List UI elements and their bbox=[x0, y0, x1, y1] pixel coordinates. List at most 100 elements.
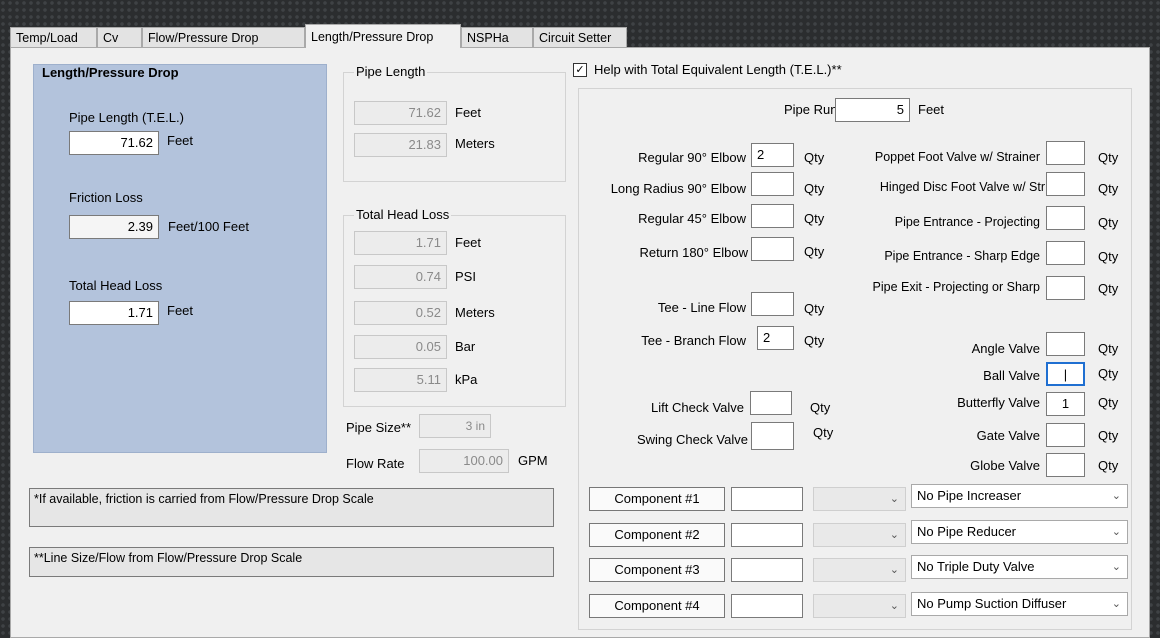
line-size-note: **Line Size/Flow from Flow/Pressure Drop… bbox=[29, 547, 554, 577]
fitting-hinged-disc-foot-valve-qty[interactable] bbox=[1046, 172, 1085, 196]
pipe-length-field[interactable]: 71.62 bbox=[69, 131, 159, 155]
component-3-type-select[interactable]: No Triple Duty Valve ⌄ bbox=[911, 555, 1128, 579]
component-1-type-select[interactable]: No Pipe Increaser ⌄ bbox=[911, 484, 1128, 508]
fitting-regular-90-elbow-label: Regular 90° Elbow bbox=[638, 150, 746, 165]
fitting-angle-valve-qty[interactable] bbox=[1046, 332, 1085, 356]
chevron-down-icon: ⌄ bbox=[1111, 598, 1121, 610]
fitting-lift-check-valve-qty[interactable] bbox=[750, 391, 792, 415]
qty-label: Qty bbox=[1098, 366, 1119, 381]
head-loss-group-title: Total Head Loss bbox=[354, 207, 452, 222]
component-2-qty[interactable] bbox=[731, 523, 803, 547]
fitting-globe-valve-qty[interactable] bbox=[1046, 453, 1085, 477]
component-1-size-select: ⌄ bbox=[813, 487, 906, 511]
tab-flow-pressure-drop[interactable]: Flow/Pressure Drop bbox=[142, 27, 305, 47]
fitting-return-180-elbow-label: Return 180° Elbow bbox=[639, 245, 748, 260]
qty-label: Qty bbox=[1098, 249, 1119, 264]
head-loss-psi-field: 0.74 bbox=[354, 265, 447, 289]
tab-cv[interactable]: Cv bbox=[97, 27, 142, 47]
tab-circuit-setter[interactable]: Circuit Setter bbox=[533, 27, 627, 47]
fitting-long-radius-90-elbow-qty[interactable] bbox=[751, 172, 794, 196]
component-3-qty[interactable] bbox=[731, 558, 803, 582]
chevron-down-icon: ⌄ bbox=[889, 529, 899, 541]
fitting-pipe-entrance-sharp-qty[interactable] bbox=[1046, 241, 1085, 265]
component-4-size-select: ⌄ bbox=[813, 594, 906, 618]
flow-rate-unit: GPM bbox=[518, 453, 548, 468]
fitting-tee-branch-flow-qty[interactable]: 2 bbox=[757, 326, 794, 350]
chevron-down-icon: ⌄ bbox=[889, 493, 899, 505]
component-1-type-value: No Pipe Increaser bbox=[917, 488, 1022, 503]
fitting-swing-check-valve-label: Swing Check Valve bbox=[636, 432, 748, 447]
total-head-loss-label: Total Head Loss bbox=[69, 278, 163, 293]
fitting-tee-line-flow-qty[interactable] bbox=[751, 292, 794, 316]
component-3-button[interactable]: Component #3 bbox=[589, 558, 725, 582]
tel-group bbox=[578, 88, 1132, 630]
fitting-gate-valve-qty[interactable] bbox=[1046, 423, 1085, 447]
fitting-butterfly-valve-qty[interactable]: 1 bbox=[1046, 392, 1085, 416]
pipe-length-group bbox=[343, 72, 566, 182]
fitting-tee-branch-flow-label: Tee - Branch Flow bbox=[641, 333, 746, 348]
tab-nspha[interactable]: NSPHa bbox=[461, 27, 533, 47]
chevron-down-icon: ⌄ bbox=[889, 600, 899, 612]
qty-label: Qty bbox=[804, 211, 825, 226]
pipe-length-feet-field: 71.62 bbox=[354, 101, 447, 125]
fitting-swing-check-valve-qty[interactable] bbox=[751, 422, 794, 450]
fitting-lift-check-valve-label: Lift Check Valve bbox=[651, 400, 744, 415]
qty-label: Qty bbox=[804, 301, 825, 316]
fitting-ball-valve-label: Ball Valve bbox=[983, 368, 1040, 383]
fitting-ball-valve-qty[interactable]: | bbox=[1046, 362, 1085, 386]
fitting-tee-line-flow-label: Tee - Line Flow bbox=[657, 300, 746, 315]
head-loss-meters-unit: Meters bbox=[455, 305, 495, 320]
chevron-down-icon: ⌄ bbox=[889, 564, 899, 576]
head-loss-feet-unit: Feet bbox=[455, 235, 482, 250]
friction-loss-label: Friction Loss bbox=[69, 190, 143, 205]
pipe-length-unit: Feet bbox=[167, 133, 194, 148]
total-head-loss-field[interactable]: 1.71 bbox=[69, 301, 159, 325]
component-2-button[interactable]: Component #2 bbox=[589, 523, 725, 547]
pipe-size-label: Pipe Size** bbox=[346, 420, 412, 435]
fitting-poppet-foot-valve-qty[interactable] bbox=[1046, 141, 1085, 165]
pipe-length-meters-unit: Meters bbox=[455, 136, 495, 151]
tab-temp-load[interactable]: Temp/Load bbox=[10, 27, 97, 47]
fitting-butterfly-valve-label: Butterfly Valve bbox=[957, 395, 1040, 410]
fitting-regular-45-elbow-label: Regular 45° Elbow bbox=[638, 211, 746, 226]
fitting-regular-90-elbow-qty[interactable]: 2 bbox=[751, 143, 794, 167]
head-loss-bar-field: 0.05 bbox=[354, 335, 447, 359]
fitting-return-180-elbow-qty[interactable] bbox=[751, 237, 794, 261]
component-2-type-select[interactable]: No Pipe Reducer ⌄ bbox=[911, 520, 1128, 544]
head-loss-meters-field: 0.52 bbox=[354, 301, 447, 325]
pipe-run-label: Pipe Run bbox=[784, 102, 838, 117]
head-loss-feet-field: 1.71 bbox=[354, 231, 447, 255]
tab-length-pressure-drop[interactable]: Length/Pressure Drop bbox=[305, 24, 461, 48]
qty-label: Qty bbox=[1098, 150, 1119, 165]
fitting-pipe-entrance-projecting-qty[interactable] bbox=[1046, 206, 1085, 230]
friction-loss-unit: Feet/100 Feet bbox=[168, 219, 249, 234]
pipe-run-unit: Feet bbox=[918, 102, 945, 117]
qty-label: Qty bbox=[810, 400, 831, 415]
fitting-regular-45-elbow-qty[interactable] bbox=[751, 204, 794, 228]
qty-label: Qty bbox=[804, 150, 825, 165]
qty-label: Qty bbox=[1098, 341, 1119, 356]
tel-help-checkbox[interactable]: ✓ bbox=[573, 63, 587, 77]
pipe-run-field[interactable]: 5 bbox=[835, 98, 910, 122]
qty-label: Qty bbox=[1098, 458, 1119, 473]
component-3-size-select: ⌄ bbox=[813, 558, 906, 582]
chevron-down-icon: ⌄ bbox=[1111, 490, 1121, 502]
qty-label: Qty bbox=[804, 244, 825, 259]
qty-label: Qty bbox=[804, 181, 825, 196]
fitting-pipe-exit-qty[interactable] bbox=[1046, 276, 1085, 300]
friction-loss-field[interactable]: 2.39 bbox=[69, 215, 159, 239]
head-loss-kpa-unit: kPa bbox=[455, 372, 478, 387]
component-4-qty[interactable] bbox=[731, 594, 803, 618]
pipe-length-meters-field: 21.83 bbox=[354, 133, 447, 157]
component-1-button[interactable]: Component #1 bbox=[589, 487, 725, 511]
component-1-qty[interactable] bbox=[731, 487, 803, 511]
component-4-type-select[interactable]: No Pump Suction Diffuser ⌄ bbox=[911, 592, 1128, 616]
head-loss-kpa-field: 5.11 bbox=[354, 368, 447, 392]
qty-label: Qty bbox=[804, 333, 825, 348]
component-4-button[interactable]: Component #4 bbox=[589, 594, 725, 618]
pipe-size-field: 3 in bbox=[419, 414, 491, 438]
tel-help-label[interactable]: Help with Total Equivalent Length (T.E.L… bbox=[594, 62, 842, 77]
fitting-gate-valve-label: Gate Valve bbox=[976, 428, 1040, 443]
component-3-type-value: No Triple Duty Valve bbox=[917, 559, 1035, 574]
fitting-angle-valve-label: Angle Valve bbox=[971, 341, 1040, 356]
